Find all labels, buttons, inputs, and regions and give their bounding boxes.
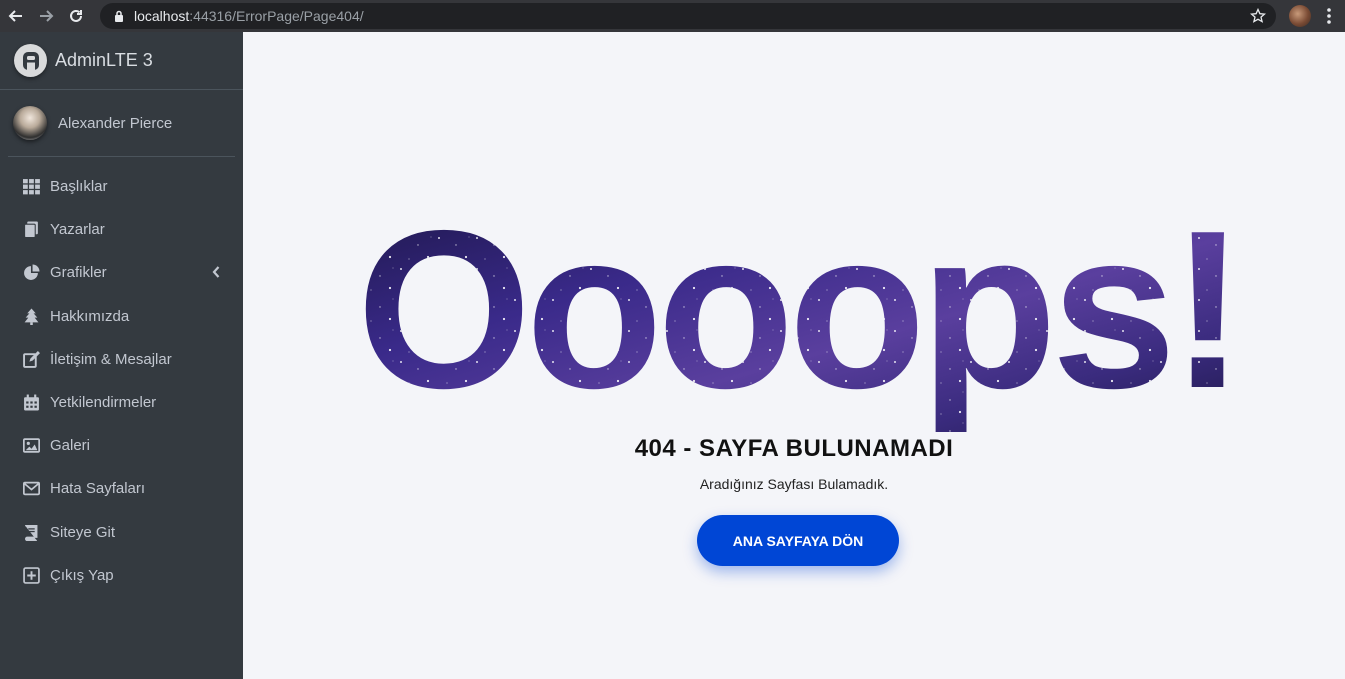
calendar-icon: [22, 394, 40, 412]
main-content: Oooops! Oooops! 404 - SAYFA BULUNAMADI A…: [243, 32, 1345, 679]
sidebar-item-hakkimizda[interactable]: Hakkımızda: [0, 295, 243, 338]
sidebar-item-grafikler[interactable]: Grafikler: [0, 251, 243, 294]
sidebar-item-galeri[interactable]: Galeri: [0, 424, 243, 467]
sidebar-item-label: Galeri: [50, 437, 91, 455]
sidebar-item-label: Yazarlar: [50, 221, 105, 239]
forward-button[interactable]: [32, 2, 60, 30]
kebab-menu-icon[interactable]: [1326, 7, 1332, 25]
oops-hero-graphic: Oooops! Oooops!: [357, 202, 1246, 432]
edit-icon: [22, 350, 40, 368]
sidebar-item-basliklar[interactable]: Başlıklar: [0, 165, 243, 208]
image-icon: [22, 437, 40, 455]
reload-icon: [70, 9, 82, 22]
envelope-icon: [22, 480, 40, 498]
browser-toolbar: localhost:44316/ErrorPage/Page404/: [0, 0, 1345, 32]
sidebar-item-label: Çıkış Yap: [50, 566, 114, 584]
chevron-left-icon: [212, 266, 220, 279]
book-icon: [22, 523, 40, 541]
arrow-right-icon: [40, 10, 54, 22]
oops-text-stars: Oooops!: [357, 202, 1240, 432]
pie-chart-icon: [22, 264, 40, 282]
tree-icon: [22, 307, 40, 325]
back-button[interactable]: [2, 2, 30, 30]
sidebar-item-iletisim[interactable]: İletişim & Mesajlar: [0, 338, 243, 381]
reload-button[interactable]: [62, 2, 90, 30]
error-title: 404 - SAYFA BULUNAMADI: [634, 435, 954, 462]
oops-text: Oooops! Oooops!: [357, 202, 1246, 432]
brand-text: AdminLTE 3: [55, 50, 153, 70]
sidebar-item-label: Başlıklar: [50, 178, 108, 196]
sidebar-item-siteye-git[interactable]: Siteye Git: [0, 511, 243, 554]
url-path: :44316/ErrorPage/Page404/: [189, 8, 364, 24]
user-name[interactable]: Alexander Pierce: [58, 115, 172, 132]
sidebar: AdminLTE 3 Alexander Pierce Başlıklar Ya…: [0, 32, 243, 679]
sidebar-item-yazarlar[interactable]: Yazarlar: [0, 208, 243, 251]
address-bar[interactable]: localhost:44316/ErrorPage/Page404/: [100, 3, 1276, 29]
sidebar-item-label: Yetkilendirmeler: [50, 394, 157, 412]
plus-square-icon: [22, 566, 40, 584]
adminlte-logo-icon: [22, 51, 39, 70]
sidebar-item-label: Grafikler: [50, 264, 107, 282]
brand-link[interactable]: AdminLTE 3: [0, 32, 243, 90]
sidebar-item-label: Siteye Git: [50, 523, 116, 541]
url-host: localhost: [134, 8, 190, 24]
sidebar-item-label: Hata Sayfaları: [50, 480, 146, 498]
sidebar-menu: Başlıklar Yazarlar Grafikler Hakkımızda …: [0, 157, 243, 597]
profile-avatar[interactable]: [1289, 5, 1311, 27]
user-panel[interactable]: Alexander Pierce: [8, 90, 235, 157]
error-subtitle: Aradığınız Sayfası Bulamadık.: [699, 476, 889, 492]
sidebar-item-yetkilendirmeler[interactable]: Yetkilendirmeler: [0, 381, 243, 424]
url-text: localhost:44316/ErrorPage/Page404/: [134, 8, 364, 24]
sidebar-item-hata-sayfalari[interactable]: Hata Sayfaları: [0, 467, 243, 510]
brand-logo: [14, 44, 47, 77]
copy-icon: [22, 221, 40, 239]
user-avatar: [13, 106, 47, 140]
lock-icon: [115, 10, 123, 22]
bookmark-star-icon[interactable]: [1250, 8, 1266, 24]
th-grid-icon: [22, 178, 40, 196]
arrow-left-icon: [8, 10, 22, 22]
sidebar-item-label: İletişim & Mesajlar: [50, 350, 172, 368]
sidebar-item-label: Hakkımızda: [50, 307, 130, 325]
back-to-home-button[interactable]: ANA SAYFAYA DÖN: [697, 515, 899, 566]
sidebar-item-cikis-yap[interactable]: Çıkış Yap: [0, 554, 243, 597]
